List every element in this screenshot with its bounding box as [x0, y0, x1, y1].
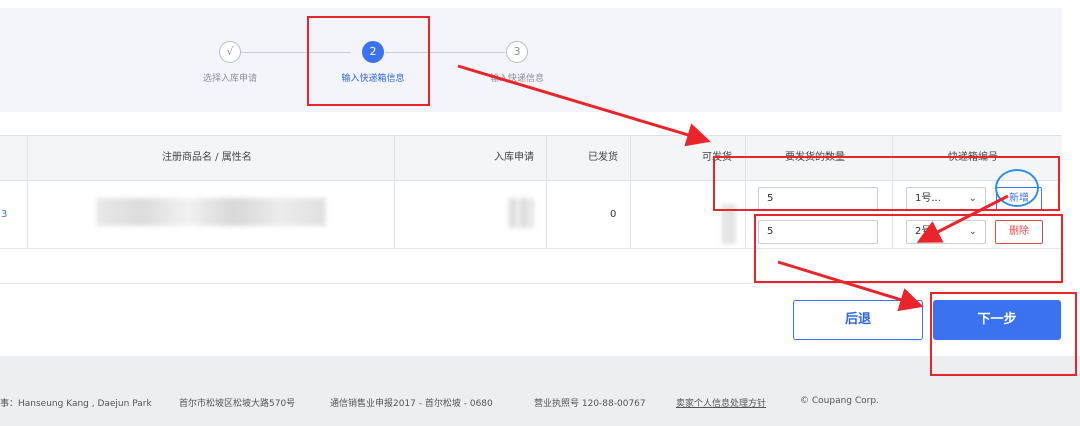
step-1-check-icon: √ — [219, 41, 241, 63]
column-divider — [394, 136, 395, 248]
row-id-link[interactable]: 3 — [1, 209, 7, 220]
annotation-box-next — [930, 292, 1077, 376]
footer-privacy-link[interactable]: 卖家个人信息处理方针 — [676, 396, 766, 409]
step-3-marker: 3 — [506, 41, 528, 63]
step-progress-panel: √ 选择入库申请 2 输入快递箱信息 3 输入快递信息 — [0, 8, 1062, 112]
column-divider — [27, 136, 28, 248]
section-divider — [0, 283, 1062, 284]
header-product: 注册商品名 / 属性名 — [162, 152, 252, 163]
footer: 事：Hanseung Kang , Daejun Park 首尔市松坡区松坡大路… — [0, 356, 1080, 426]
footer-address: 首尔市松坡区松坡大路570号 — [179, 399, 296, 409]
header-shipped: 已发货 — [588, 152, 618, 163]
footer-ecommerce-license: 通信销售业申报2017 - 首尔松坡 - 0680 — [330, 399, 493, 409]
step-1-label: 选择入库申请 — [202, 74, 258, 84]
footer-business-number: 营业执照号 120-88-00767 — [534, 399, 646, 409]
footer-ceo: 事：Hanseung Kang , Daejun Park — [0, 399, 152, 409]
annotation-box-step2 — [307, 16, 430, 106]
footer-copyright: © Coupang Corp. — [800, 396, 879, 406]
header-request: 入库申请 — [494, 152, 534, 163]
back-button[interactable]: 后退 — [793, 300, 923, 340]
column-divider — [630, 136, 631, 248]
column-divider — [546, 136, 547, 248]
shipped-count: 0 — [610, 209, 617, 220]
step-3-label: 输入快递信息 — [489, 74, 545, 84]
redacted-product-name — [96, 198, 326, 226]
annotation-box-row2 — [754, 214, 1063, 283]
annotation-circle-add — [995, 169, 1039, 207]
redacted-request-count — [508, 198, 534, 228]
